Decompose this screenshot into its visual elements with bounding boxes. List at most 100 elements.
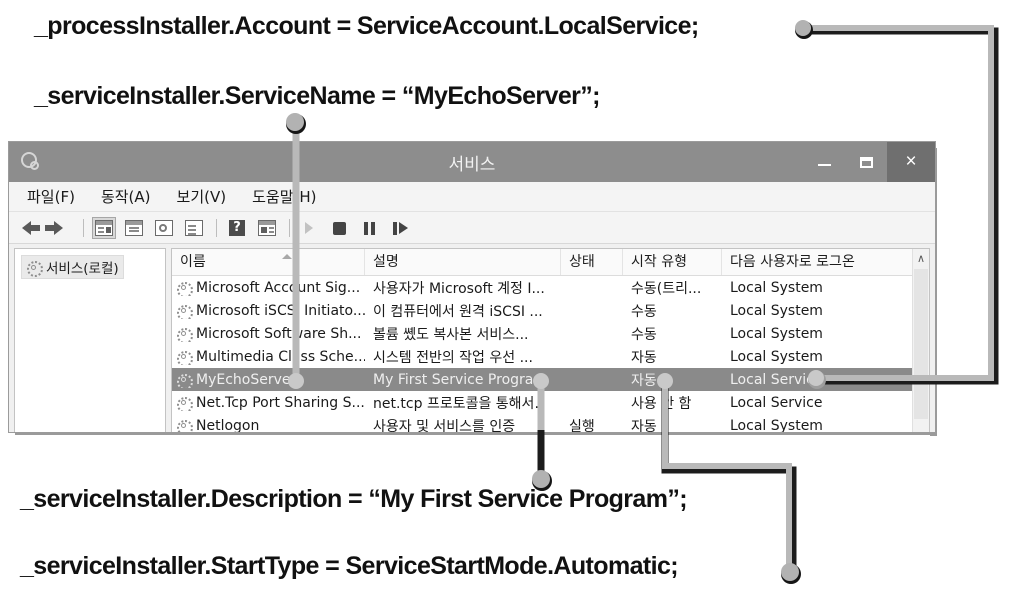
cell-name: Netlogon	[196, 417, 260, 433]
scroll-up-arrow-icon[interactable]: ∧	[913, 249, 929, 268]
connector-dot-starttype	[781, 563, 799, 581]
cell-startup-type: 자동	[631, 418, 657, 433]
connector-dot-servicename-outer	[286, 114, 306, 134]
gear-icon	[176, 396, 193, 411]
services-list-pane: 이름 설명 상태 시작 유형 다음 사용자로 로그온 Microsoft Acc…	[171, 248, 930, 433]
annotation-service-installer-description: _serviceInstaller.Description = “My Firs…	[20, 485, 688, 513]
window-body: 서비스(로컬) 이름 설명 상태 시작 유형 다음 사용자로 로그온 Micro…	[9, 244, 935, 433]
help-icon[interactable]: ?	[226, 217, 250, 239]
annotation-service-installer-starttype: _serviceInstaller.StartType = ServiceSta…	[20, 552, 679, 580]
column-header-startup-type[interactable]: 시작 유형	[623, 249, 722, 275]
tree-node-services-local[interactable]: 서비스(로컬)	[21, 255, 124, 279]
table-row[interactable]: Multimedia Class Sche... 시스템 전반의 작업 우선 .…	[172, 345, 929, 368]
tree-node-label: 서비스(로컬)	[46, 261, 119, 277]
connector-dot-starttype-outer	[781, 564, 801, 584]
toolbar: ?	[9, 212, 935, 244]
console-tree-pane: 서비스(로컬)	[14, 248, 166, 432]
connector-dot-servicename	[286, 113, 304, 131]
restart-service-icon[interactable]	[389, 217, 413, 239]
gear-icon	[176, 419, 193, 432]
close-button[interactable]: ×	[887, 142, 935, 182]
maximize-icon	[859, 156, 873, 168]
properties-icon[interactable]	[123, 217, 147, 239]
column-header-status[interactable]: 상태	[561, 249, 623, 275]
cell-status: 실행	[569, 418, 595, 433]
cell-description: 사용자 및 서비스를 인증	[373, 418, 516, 433]
pause-service-icon[interactable]	[359, 217, 383, 239]
window-titlebar: 서비스 ×	[9, 142, 935, 182]
cell-startup-type: 수동(트리...	[631, 280, 702, 297]
cell-description: net.tcp 프로토콜을 통해서.	[373, 395, 539, 412]
cell-name: Microsoft iSCSI Initiato...	[196, 302, 365, 319]
back-arrow-icon[interactable]	[20, 217, 44, 239]
cell-log-on-as: Local System	[730, 325, 823, 342]
cell-startup-type: 사용 안 함	[631, 395, 692, 412]
toolbar-separator	[216, 218, 217, 237]
minimize-icon	[817, 164, 831, 166]
table-row[interactable]: Microsoft Software Sh... 볼륨 쏐도 복사본 서비스..…	[172, 322, 929, 345]
column-header-name[interactable]: 이름	[172, 249, 365, 275]
cell-log-on-as: Local System	[730, 348, 823, 365]
table-row[interactable]: Net.Tcp Port Sharing S... net.tcp 프로토콜을 …	[172, 391, 929, 414]
cell-startup-type: 수동	[631, 303, 657, 320]
toolbar-separator	[83, 218, 84, 237]
gear-icon	[176, 373, 193, 388]
connector-dot-account-outer	[795, 21, 813, 39]
annotation-process-installer-account: _processInstaller.Account = ServiceAccou…	[34, 12, 699, 40]
toolbar-separator	[289, 218, 290, 237]
vertical-scrollbar[interactable]: ∧	[912, 249, 929, 432]
cell-description: 시스템 전반의 작업 우선 ...	[373, 349, 533, 366]
table-row[interactable]: Netlogon 사용자 및 서비스를 인증 실행 자동 Local Syste…	[172, 414, 929, 433]
cell-name: Microsoft Software Sh...	[196, 325, 362, 342]
cell-log-on-as: Local Service	[730, 371, 823, 388]
maximize-button[interactable]	[845, 142, 887, 182]
cell-name: Multimedia Class Sche...	[196, 348, 365, 365]
gear-icon	[176, 327, 193, 342]
cell-log-on-as: Local System	[730, 279, 823, 296]
show-hide-console-tree-icon[interactable]	[92, 216, 117, 239]
connector-dot-account	[795, 20, 811, 36]
table-row-selected[interactable]: MyEchoServer My First Service Program 자동…	[172, 368, 929, 391]
column-header-description[interactable]: 설명	[365, 249, 561, 275]
cell-description: My First Service Program	[373, 371, 547, 388]
cell-startup-type: 자동	[631, 372, 657, 389]
annotation-service-installer-servicename: _serviceInstaller.ServiceName = “MyEchoS…	[34, 82, 601, 110]
window-title: 서비스	[448, 154, 496, 175]
menu-item-view[interactable]: 보기(V)	[177, 186, 227, 207]
export-list-icon[interactable]	[183, 217, 207, 239]
cell-name: Net.Tcp Port Sharing S...	[196, 394, 365, 411]
cell-log-on-as: Local System	[730, 302, 823, 319]
sort-ascending-icon	[282, 254, 292, 259]
services-window: 서비스 × 파일(F) 동작(A) 보기(V) 도움말(H) ? 서비스(로컬)…	[8, 141, 936, 433]
cell-startup-type: 수동	[631, 326, 657, 343]
table-row[interactable]: Microsoft Account Sig... 사용자가 Microsoft …	[172, 276, 929, 299]
gear-icon	[176, 350, 193, 365]
menubar: 파일(F) 동작(A) 보기(V) 도움말(H)	[9, 182, 935, 212]
cell-name: MyEchoServer	[196, 371, 297, 388]
minimize-button[interactable]	[803, 142, 845, 182]
services-list-rows: Microsoft Account Sig... 사용자가 Microsoft …	[172, 276, 929, 433]
menu-item-action[interactable]: 동작(A)	[101, 186, 151, 207]
cell-description: 이 컴퓨터에서 원격 iSCSI ...	[373, 303, 543, 320]
cell-log-on-as: Local System	[730, 417, 823, 433]
cell-description: 사용자가 Microsoft 계정 I...	[373, 280, 545, 297]
gear-icon	[26, 260, 43, 277]
cell-description: 볼륨 쏐도 복사본 서비스...	[373, 326, 529, 343]
start-service-icon[interactable]	[299, 217, 323, 239]
stop-service-icon[interactable]	[329, 217, 353, 239]
menu-item-help[interactable]: 도움말(H)	[252, 186, 316, 207]
refresh-icon[interactable]	[153, 217, 177, 239]
table-row[interactable]: Microsoft iSCSI Initiato... 이 컴퓨터에서 원격 i…	[172, 299, 929, 322]
show-action-pane-icon[interactable]	[256, 217, 280, 239]
scrollbar-thumb[interactable]	[914, 269, 928, 419]
cell-startup-type: 자동	[631, 349, 657, 366]
gear-icon	[176, 281, 193, 296]
cell-name: Microsoft Account Sig...	[196, 279, 361, 296]
forward-arrow-icon[interactable]	[45, 217, 74, 239]
menu-item-file[interactable]: 파일(F)	[27, 186, 75, 207]
gear-icon	[176, 304, 193, 319]
cell-log-on-as: Local Service	[730, 394, 823, 411]
list-column-headers: 이름 설명 상태 시작 유형 다음 사용자로 로그온	[172, 249, 929, 276]
column-header-log-on-as[interactable]: 다음 사용자로 로그온	[722, 249, 903, 275]
window-controls: ×	[803, 142, 935, 182]
